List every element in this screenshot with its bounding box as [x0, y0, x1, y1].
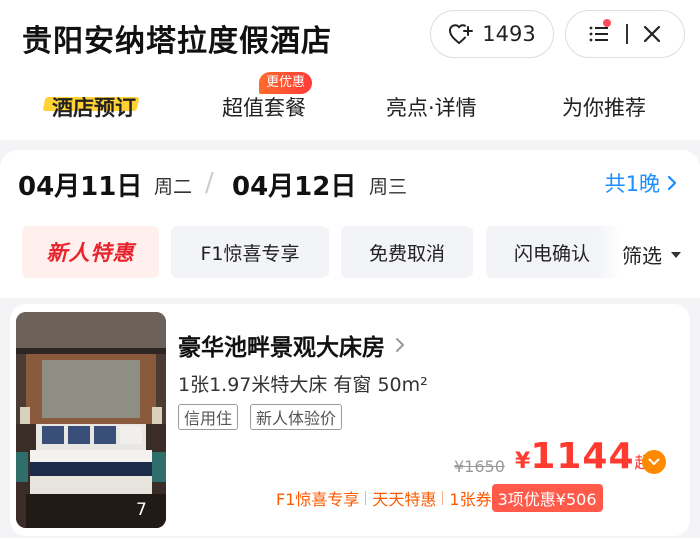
filter-label: 筛选 [622, 244, 662, 268]
checkout-weekday: 周三 [369, 176, 408, 198]
tab-highlights-details[interactable]: 亮点·详情 [386, 92, 477, 122]
date-separator: / [205, 168, 214, 198]
photo-count: 7 [136, 500, 147, 520]
list-menu-icon[interactable] [588, 24, 612, 44]
date-selector[interactable]: 04月11日 周二 / 04月12日 周三 共1晚 [0, 150, 700, 220]
chevron-right-icon [396, 338, 404, 352]
filter-f1-exclusive[interactable]: F1惊喜专享 [171, 226, 329, 278]
menu-close-capsule [565, 10, 685, 58]
hotel-header: 贵阳安纳塔拉度假酒店 1493 酒店预订 超值套餐 亮点·详情 为你推荐 更优惠 [0, 0, 700, 140]
close-icon[interactable] [642, 24, 662, 44]
tab-bar: 酒店预订 超值套餐 亮点·详情 为你推荐 [0, 80, 700, 130]
filter-button[interactable]: 筛选 [622, 240, 682, 269]
caret-down-icon [671, 251, 681, 258]
chevron-down-icon [648, 458, 660, 465]
price-amount: 1144 [530, 436, 635, 477]
room-photo[interactable]: 7 [16, 312, 166, 528]
page-title: 贵阳安纳塔拉度假酒店 [22, 24, 332, 59]
favorite-count: 1493 [482, 22, 536, 46]
original-price: ¥1650 [454, 457, 505, 476]
checkin-date[interactable]: 04月11日 [18, 166, 142, 203]
tab-recommendations[interactable]: 为你推荐 [562, 92, 646, 122]
promo-divider [365, 491, 367, 505]
room-title[interactable]: 豪华池畔景观大床房 [178, 328, 405, 362]
nights-count[interactable]: 共1晚 [605, 168, 678, 198]
favorite-button[interactable]: 1493 [430, 10, 554, 58]
chip-scroll-fade [596, 220, 622, 298]
checkout-date[interactable]: 04月12日 [232, 166, 356, 203]
currency-symbol: ¥ [515, 449, 531, 474]
chevron-right-icon [667, 175, 677, 191]
checkin-weekday: 周二 [154, 176, 193, 198]
notification-dot [603, 19, 611, 27]
nights-label: 共1晚 [604, 172, 660, 196]
discount-summary[interactable]: 3项优惠¥506 [491, 484, 603, 512]
tag-credit-stay: 信用住 [178, 404, 239, 430]
room-card[interactable]: 7 豪华池畔景观大床房 1张1.97米特大床 有窗 50m² 信用住 新人体验价… [10, 304, 690, 536]
filter-free-cancel[interactable]: 免费取消 [341, 226, 473, 278]
filter-new-user-special[interactable]: 新人特惠 [22, 226, 159, 278]
capsule-divider [626, 24, 628, 44]
tag-new-user-price: 新人体验价 [250, 404, 343, 430]
promo-divider [442, 491, 444, 505]
tab-hotel-booking[interactable]: 酒店预订 [52, 92, 136, 122]
promo-coupon: 1张券 [449, 490, 492, 509]
expand-rates-button[interactable] [642, 450, 666, 474]
current-price: ¥ 1144 起 [515, 436, 651, 477]
room-name: 豪华池畔景观大床房 [178, 335, 385, 361]
tab-value-package[interactable]: 超值套餐 [222, 92, 306, 122]
package-promo-badge: 更优惠 [259, 72, 313, 94]
room-specs: 1张1.97米特大床 有窗 50m² [178, 374, 428, 396]
promo-daily-special: 天天特惠 [372, 490, 437, 509]
filter-bar: 新人特惠 F1惊喜专享 免费取消 闪电确认 筛选 [0, 220, 700, 298]
promo-f1-exclusive: F1惊喜专享 [276, 490, 360, 509]
heart-plus-icon [449, 24, 474, 44]
promo-tags: F1惊喜专享 天天特惠 1张券 3项优惠¥506 [276, 484, 603, 512]
